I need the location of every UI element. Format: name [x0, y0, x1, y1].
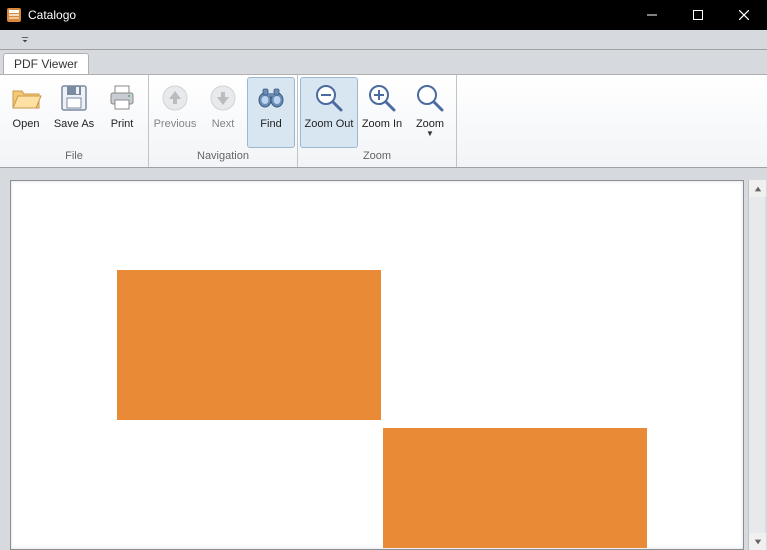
open-label: Open — [13, 118, 40, 130]
ribbon-group-navigation: Previous Next Find Navigation — [149, 75, 298, 167]
save-as-button[interactable]: Save As — [50, 77, 98, 148]
group-navigation-label: Navigation — [149, 150, 297, 167]
group-zoom-label: Zoom — [298, 150, 456, 167]
open-folder-icon — [10, 82, 42, 114]
zoom-out-button[interactable]: Zoom Out — [300, 77, 358, 148]
app-icon — [6, 7, 22, 23]
previous-label: Previous — [154, 118, 197, 130]
save-icon — [58, 82, 90, 114]
ribbon-group-zoom: Zoom Out Zoom In Zoom ▼ Zoom — [298, 75, 457, 167]
titlebar: Catalogo — [0, 0, 767, 30]
document-viewport[interactable] — [10, 180, 744, 550]
next-button[interactable]: Next — [199, 77, 247, 148]
scroll-down-button[interactable] — [749, 533, 766, 550]
window-title: Catalogo — [28, 8, 629, 22]
window-controls — [629, 0, 767, 30]
zoom-out-label: Zoom Out — [305, 118, 354, 130]
binoculars-icon — [255, 82, 287, 114]
zoom-icon — [414, 82, 446, 114]
zoom-out-icon — [313, 82, 345, 114]
tab-pdf-viewer[interactable]: PDF Viewer — [3, 53, 89, 74]
print-label: Print — [111, 118, 134, 130]
open-button[interactable]: Open — [2, 77, 50, 148]
zoom-button[interactable]: Zoom ▼ — [406, 77, 454, 148]
find-button[interactable]: Find — [247, 77, 295, 148]
scroll-up-button[interactable] — [749, 180, 766, 197]
minimize-button[interactable] — [629, 0, 675, 30]
document-image-block — [383, 428, 647, 548]
find-label: Find — [260, 118, 281, 130]
zoom-in-label: Zoom In — [362, 118, 402, 130]
print-icon — [106, 82, 138, 114]
quick-access-bar — [0, 30, 767, 50]
vertical-scrollbar[interactable] — [748, 180, 765, 550]
arrow-down-icon — [207, 82, 239, 114]
ribbon: PDF Viewer Open Save As — [0, 50, 767, 168]
print-button[interactable]: Print — [98, 77, 146, 148]
content-area — [0, 168, 767, 550]
close-button[interactable] — [721, 0, 767, 30]
quick-access-customize-button[interactable] — [18, 33, 32, 47]
zoom-in-icon — [366, 82, 398, 114]
save-as-label: Save As — [54, 118, 94, 130]
maximize-button[interactable] — [675, 0, 721, 30]
document-image-block — [117, 270, 381, 420]
ribbon-body: Open Save As Print File — [0, 74, 767, 168]
ribbon-group-file: Open Save As Print File — [0, 75, 149, 167]
next-label: Next — [212, 118, 235, 130]
arrow-up-icon — [159, 82, 191, 114]
group-file-label: File — [0, 150, 148, 167]
ribbon-tabs: PDF Viewer — [0, 50, 767, 74]
zoom-in-button[interactable]: Zoom In — [358, 77, 406, 148]
previous-button[interactable]: Previous — [151, 77, 199, 148]
chevron-down-icon: ▼ — [426, 129, 434, 138]
